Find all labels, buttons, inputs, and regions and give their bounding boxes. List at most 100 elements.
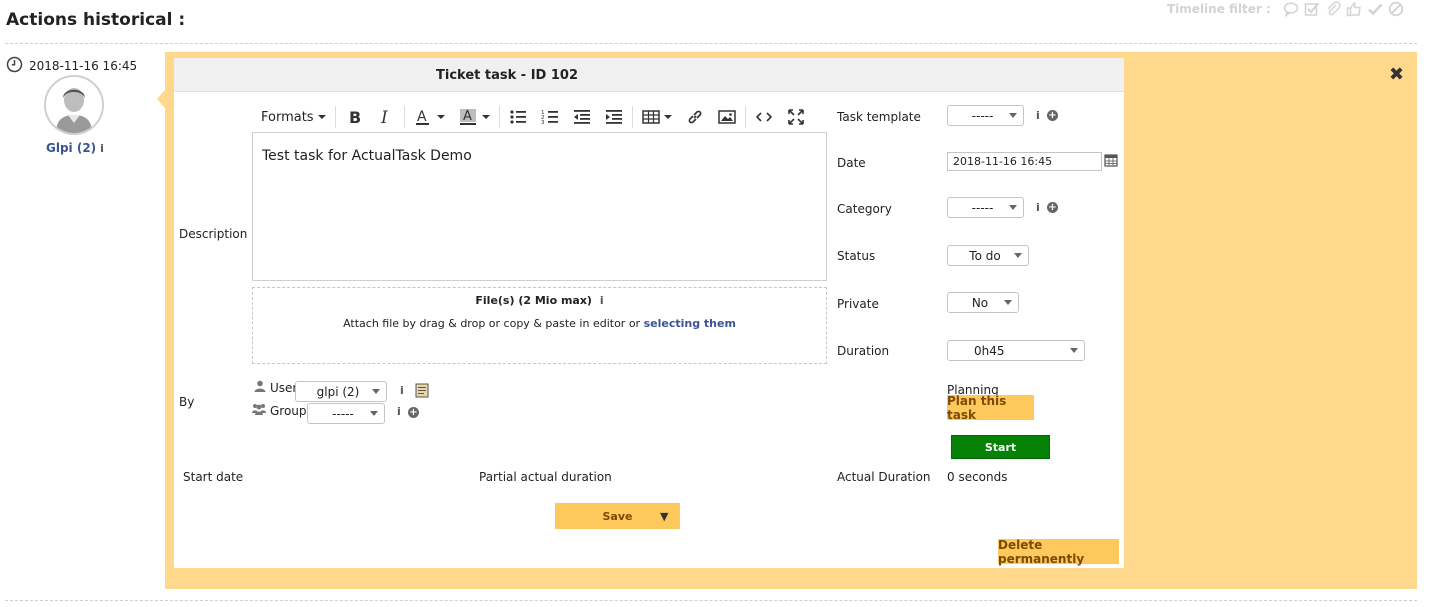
chevron-down-icon: [481, 115, 490, 119]
status-value: To do: [969, 248, 1001, 263]
add-icon[interactable]: +: [408, 407, 419, 418]
info-icon[interactable]: i: [1036, 109, 1040, 122]
description-label: Description: [179, 227, 248, 241]
svg-text:B: B: [349, 108, 361, 126]
user-row: User: [254, 380, 297, 395]
divider-bottom: [5, 600, 1417, 601]
info-icon[interactable]: i: [1036, 201, 1040, 214]
task-header: [174, 58, 1124, 92]
save-label: Save: [602, 509, 633, 523]
checkbox-icon[interactable]: [1303, 0, 1321, 18]
author-name[interactable]: Glpi (2): [46, 141, 96, 155]
svg-text:A: A: [463, 109, 472, 124]
close-icon[interactable]: ✖: [1389, 64, 1404, 85]
image-icon[interactable]: [711, 104, 743, 130]
file-dropzone[interactable]: File(s) (2 Mio max) i Attach file by dra…: [252, 287, 827, 364]
category-label: Category: [837, 202, 892, 216]
comment-icon[interactable]: [1282, 0, 1300, 18]
text-color-icon[interactable]: A: [407, 104, 452, 130]
svg-text:A: A: [417, 109, 427, 125]
source-code-icon[interactable]: [748, 104, 780, 130]
delete-permanently-button[interactable]: Delete permanently: [998, 538, 1119, 566]
calendar-icon[interactable]: [1104, 153, 1118, 170]
svg-text:3: 3: [541, 120, 545, 126]
user-label: User: [270, 380, 298, 395]
svg-text:I: I: [380, 108, 388, 126]
panel-pointer: [157, 90, 165, 108]
chevron-down-icon: [663, 115, 672, 119]
private-select[interactable]: No: [947, 292, 1019, 313]
numbered-list-icon[interactable]: 123: [534, 104, 566, 130]
check-icon[interactable]: [1366, 0, 1384, 18]
outdent-icon[interactable]: [566, 104, 598, 130]
user-select[interactable]: glpi (2): [295, 381, 387, 402]
user-select-value: glpi (2): [316, 384, 360, 399]
bullet-list-icon[interactable]: [502, 104, 534, 130]
indent-icon[interactable]: [598, 104, 630, 130]
fullscreen-icon[interactable]: [780, 104, 812, 130]
chevron-down-icon: [1014, 253, 1022, 258]
chevron-down-icon: [372, 389, 380, 394]
info-icon[interactable]: i: [100, 142, 104, 155]
formats-dropdown[interactable]: Formats: [254, 104, 333, 130]
start-button[interactable]: Start: [951, 435, 1050, 459]
address-book-icon[interactable]: [415, 383, 429, 401]
actual-duration-value: 0 seconds: [947, 470, 1008, 484]
start-date-label: Start date: [183, 470, 244, 484]
info-icon[interactable]: i: [400, 384, 404, 397]
toolbar-separator: [498, 106, 500, 128]
by-label: By: [179, 395, 195, 409]
toolbar-separator: [744, 106, 746, 128]
avatar: [44, 75, 104, 135]
group-row: Group: [252, 403, 307, 418]
description-editor[interactable]: Test task for ActualTask Demo: [252, 132, 827, 281]
author[interactable]: Glpi (2) i: [46, 141, 104, 155]
toolbar-separator: [334, 106, 336, 128]
task-title: Ticket task - ID 102: [436, 68, 578, 83]
chevron-down-icon: [1009, 205, 1017, 210]
duration-select[interactable]: 0h45: [947, 340, 1085, 361]
status-select[interactable]: To do: [947, 245, 1029, 266]
date-input[interactable]: 2018-11-16 16:45: [947, 152, 1102, 171]
status-label: Status: [837, 249, 876, 263]
files-title: File(s) (2 Mio max): [475, 294, 592, 307]
timeline-filter-label: Timeline filter :: [1167, 2, 1271, 16]
category-select[interactable]: -----: [947, 197, 1024, 218]
save-dropdown-icon[interactable]: ▼: [660, 510, 680, 523]
timeline-filter: Timeline filter :: [1167, 0, 1405, 18]
select-files-link[interactable]: selecting them: [644, 317, 736, 330]
ban-icon[interactable]: [1387, 0, 1405, 18]
task-template-select[interactable]: -----: [947, 105, 1024, 126]
date-label: Date: [837, 156, 866, 170]
files-text: Attach file by drag & drop or copy & pas…: [343, 317, 641, 330]
chevron-down-icon: [1004, 300, 1012, 305]
clock-icon: [6, 56, 23, 76]
duration-label: Duration: [837, 344, 890, 358]
chevron-down-icon: [317, 115, 326, 119]
partial-duration-label: Partial actual duration: [479, 470, 612, 484]
background-color-icon[interactable]: A: [452, 104, 497, 130]
formats-label: Formats: [261, 109, 314, 125]
add-icon[interactable]: +: [1047, 202, 1058, 213]
group-icon: [252, 403, 266, 418]
paperclip-icon[interactable]: [1324, 0, 1342, 18]
thumbs-up-icon[interactable]: [1345, 0, 1363, 18]
chevron-down-icon: [436, 115, 445, 119]
toolbar-separator: [631, 106, 633, 128]
files-title-row: File(s) (2 Mio max) i: [253, 294, 826, 307]
bold-icon[interactable]: B: [338, 104, 370, 130]
entry-date: 2018-11-16 16:45: [6, 56, 137, 76]
group-select[interactable]: -----: [307, 403, 385, 424]
info-icon[interactable]: i: [600, 294, 604, 307]
editor-toolbar: Formats B I A A 123: [254, 104, 812, 130]
table-icon[interactable]: [635, 104, 679, 130]
save-button[interactable]: Save ▼: [555, 503, 680, 529]
add-icon[interactable]: +: [1047, 110, 1058, 121]
task-template-label: Task template: [837, 110, 921, 124]
task-template-value: -----: [971, 108, 994, 123]
info-icon[interactable]: i: [397, 405, 401, 418]
page-title: Actions historical :: [6, 10, 186, 30]
italic-icon[interactable]: I: [370, 104, 402, 130]
plan-task-button[interactable]: Plan this task: [947, 394, 1034, 422]
link-icon[interactable]: [679, 104, 711, 130]
